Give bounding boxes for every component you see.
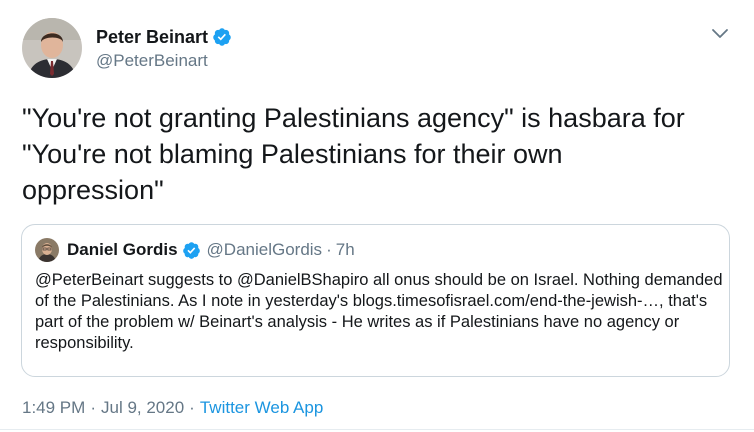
quoted-author-name: Daniel Gordis xyxy=(67,240,178,259)
author-name[interactable]: Peter Beinart xyxy=(96,27,208,48)
tweet-footer: 1:49 PM · Jul 9, 2020 · Twitter Web App xyxy=(22,398,323,418)
author-avatar[interactable] xyxy=(22,18,82,78)
footer-separator: · xyxy=(90,398,96,417)
quoted-tweet[interactable]: Daniel Gordis @DanielGordis · 7h @PeterB… xyxy=(21,224,730,377)
divider xyxy=(0,429,754,430)
quoted-separator: · xyxy=(326,240,332,259)
verified-badge-icon xyxy=(212,27,232,47)
author-handle[interactable]: @PeterBeinart xyxy=(96,51,208,71)
tweet-date[interactable]: Jul 9, 2020 xyxy=(101,398,184,418)
tweet-card: Peter Beinart @PeterBeinart "You're not … xyxy=(0,0,754,432)
tweet-text: "You're not granting Palestinians agency… xyxy=(22,103,685,205)
chevron-down-icon[interactable] xyxy=(710,26,730,42)
verified-badge-icon xyxy=(182,241,201,260)
quoted-tweet-text: @PeterBeinart suggests to @DanielBShapir… xyxy=(35,271,723,352)
tweet-source-link[interactable]: Twitter Web App xyxy=(200,398,323,418)
quoted-author-avatar xyxy=(35,238,59,262)
footer-separator: · xyxy=(189,398,195,417)
quoted-timestamp[interactable]: 7h xyxy=(336,240,355,260)
tweet-time[interactable]: 1:49 PM xyxy=(22,398,85,418)
quoted-author-handle: @DanielGordis xyxy=(206,240,323,259)
